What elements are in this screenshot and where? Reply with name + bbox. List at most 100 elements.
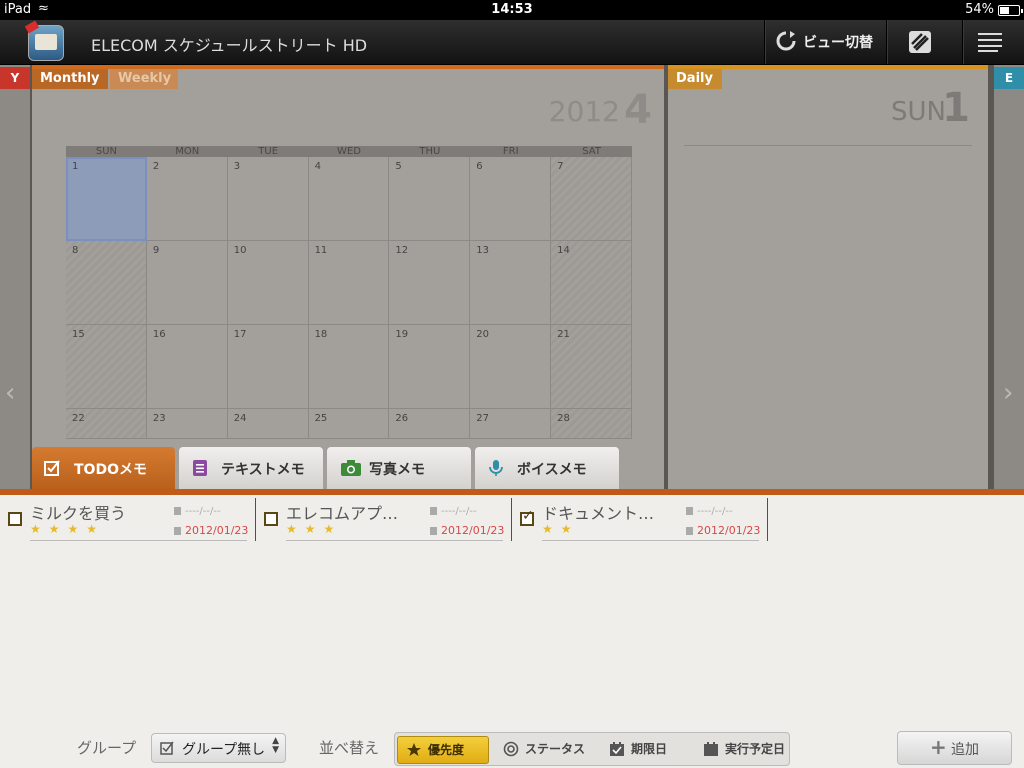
menu-button[interactable] <box>962 20 1024 64</box>
tab-photo-memo[interactable]: 写真メモ <box>327 447 471 490</box>
add-button[interactable]: + 追加 <box>897 731 1012 765</box>
todo-checkbox[interactable] <box>520 508 534 526</box>
sort-label: 並べ替え <box>319 739 380 757</box>
due-date: ----/--/-- <box>430 506 477 517</box>
calendar-day-cell[interactable]: 10 <box>227 241 309 325</box>
calendar-day-cell[interactable]: 4 <box>308 157 390 241</box>
year-label: 2012 <box>548 95 620 128</box>
checkbox-icon <box>44 460 60 476</box>
todo-item[interactable]: ミルクを買う ★★★★ ----/--/-- 2012/01/23 <box>0 498 256 541</box>
status-bar: iPad ≈ 14:53 54% <box>0 0 1024 20</box>
sort-option-label: 期限日 <box>631 742 668 756</box>
tab-monthly[interactable]: Monthly <box>32 69 108 89</box>
calendar-day-cell[interactable]: 13 <box>470 241 552 325</box>
prev-page-edge[interactable] <box>0 65 30 490</box>
calendar-day-cell[interactable]: 14 <box>551 241 632 325</box>
battery-icon <box>998 5 1023 16</box>
calendar-day-cell[interactable]: 20 <box>470 325 552 409</box>
todo-checkbox[interactable] <box>8 512 22 526</box>
todo-checkbox[interactable] <box>264 512 278 526</box>
view-switch-label: ビュー切替 <box>803 35 873 51</box>
exec-date: 2012/01/23 <box>430 524 504 537</box>
tab-voice-memo[interactable]: ボイスメモ <box>475 447 619 490</box>
tab-weekly[interactable]: Weekly <box>110 69 178 89</box>
calendar-day-cell[interactable]: 7 <box>551 157 632 241</box>
weekday-label: THU <box>419 146 441 157</box>
calendar-day-cell[interactable]: 16 <box>146 325 228 409</box>
calendar-day-cell[interactable]: 17 <box>227 325 309 409</box>
todo-item[interactable]: ドキュメント… ★★ ----/--/-- 2012/01/23 <box>512 498 768 541</box>
nav-bar: ELECOM スケジュールストリート HD ビュー切替 <box>0 20 1024 65</box>
calendar-check-icon <box>430 527 437 535</box>
calendar-check-icon <box>686 527 693 535</box>
calendar-day-cell[interactable]: 25 <box>308 409 390 439</box>
tab-daily[interactable]: Daily <box>668 69 722 89</box>
calendar-day-cell[interactable]: 18 <box>308 325 390 409</box>
group-select-value: グループ無し <box>182 742 266 758</box>
due-date-value: ----/--/-- <box>697 506 733 517</box>
calendar-day-cell[interactable]: 22 <box>66 409 147 439</box>
calendar-day-cell[interactable]: 12 <box>389 241 471 325</box>
tab-label: TODOメモ <box>74 462 147 478</box>
calendar-day-cell[interactable]: 5 <box>389 157 471 241</box>
month-number: 4 <box>624 87 652 133</box>
month-calendar: SUN MON TUE WED THU FRI SAT 1 2 3 4 5 6 7 8 9 10 1… <box>66 146 632 439</box>
todo-item[interactable]: エレコムアプ… ★★★ ----/--/-- 2012/01/23 <box>256 498 512 541</box>
clock: 14:53 <box>491 2 533 17</box>
camera-icon <box>341 460 361 476</box>
due-date-value: ----/--/-- <box>441 506 477 517</box>
calendar-day-cell[interactable]: 1 <box>66 157 147 241</box>
plus-icon: + <box>930 735 947 759</box>
sort-priority-button[interactable]: 優先度 <box>397 736 489 764</box>
due-date: ----/--/-- <box>174 506 221 517</box>
updown-arrows-icon: ▲ ▼ <box>272 736 279 755</box>
calendar-icon <box>430 507 437 515</box>
weekday-label: SAT <box>582 146 601 157</box>
calendar-day-cell[interactable]: 15 <box>66 325 147 409</box>
divider <box>30 540 247 541</box>
day-panel: Daily SUN 1 <box>668 65 988 494</box>
calendar-day-cell[interactable]: 11 <box>308 241 390 325</box>
calendar-day-cell[interactable]: 8 <box>66 241 147 325</box>
calendar-day-cell[interactable]: 9 <box>146 241 228 325</box>
sort-option-label: 優先度 <box>428 743 465 757</box>
due-date-value: ----/--/-- <box>185 506 221 517</box>
exec-date: 2012/01/23 <box>174 524 248 537</box>
calendar-day-cell[interactable]: 28 <box>551 409 632 439</box>
chevron-left-icon[interactable]: ‹ <box>5 378 15 408</box>
todo-title: ミルクを買う <box>30 504 127 523</box>
menu-icon <box>978 33 1002 52</box>
calendar-day-cell[interactable]: 19 <box>389 325 471 409</box>
calendar-day-cell[interactable]: 23 <box>146 409 228 439</box>
next-page-edge[interactable] <box>994 65 1024 490</box>
calendar-grid: 1 2 3 4 5 6 7 8 9 10 11 12 13 14 15 16 17 18 19 20 21 22 23 24 2… <box>66 157 632 439</box>
tab-text-memo[interactable]: テキストメモ <box>179 447 323 490</box>
sort-exec-date-button[interactable]: 実行予定日 <box>695 736 787 762</box>
calendar-day-cell[interactable]: 2 <box>146 157 228 241</box>
group-select[interactable]: グループ無し ▲ ▼ <box>151 733 286 763</box>
microphone-icon <box>489 460 503 476</box>
sort-due-date-button[interactable]: 期限日 <box>601 736 681 762</box>
weekday-label: SUN <box>95 146 117 157</box>
edit-tools-button[interactable] <box>886 20 953 64</box>
todo-title: ドキュメント… <box>542 504 655 523</box>
chevron-right-icon[interactable]: › <box>1003 378 1013 408</box>
sort-option-label: 実行予定日 <box>725 742 786 756</box>
calendar-day-cell[interactable]: 27 <box>470 409 552 439</box>
calendar-day-cell[interactable]: 24 <box>227 409 309 439</box>
tab-todo-memo[interactable]: TODOメモ <box>32 447 175 490</box>
edge-tab-right[interactable]: E <box>994 67 1024 89</box>
calendar-day-cell[interactable]: 3 <box>227 157 309 241</box>
sort-status-button[interactable]: ステータス <box>495 736 591 762</box>
weekday-label: FRI <box>502 146 519 157</box>
sort-segmented-control: 優先度 ステータス 期限日 実行予定日 <box>394 732 790 766</box>
priority-stars: ★★★★ <box>30 522 106 536</box>
calendar-day-cell[interactable]: 6 <box>470 157 552 241</box>
calendar-day-cell[interactable]: 26 <box>389 409 471 439</box>
calendar-day-cell[interactable]: 21 <box>551 325 632 409</box>
divider <box>286 540 503 541</box>
view-switch-button[interactable]: ビュー切替 <box>764 20 887 64</box>
todo-title: エレコムアプ… <box>286 504 399 523</box>
refresh-icon <box>776 31 796 51</box>
edge-tab-left[interactable]: Y <box>0 67 30 89</box>
